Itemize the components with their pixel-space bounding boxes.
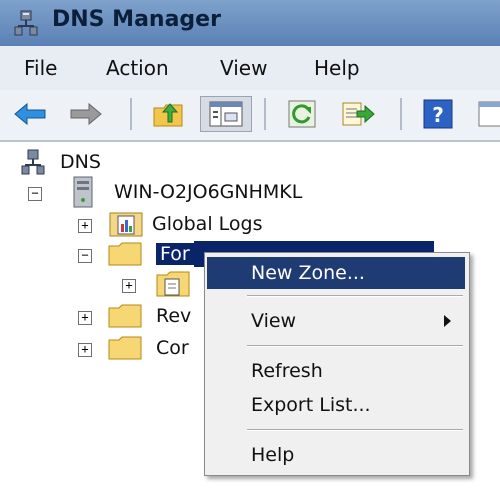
back-button[interactable] — [12, 96, 48, 132]
toolbar: ? — [0, 90, 500, 142]
show-hide-console-tree-button[interactable] — [200, 96, 252, 132]
tree-item-label: Cor — [156, 337, 189, 359]
menu-action[interactable]: Action — [106, 56, 169, 80]
tree-item-label: Global Logs — [152, 213, 263, 235]
menu-separator — [247, 345, 463, 347]
folder-icon — [108, 336, 142, 360]
tree-item-conditional-forwarders[interactable]: Cor — [108, 334, 189, 362]
window-title: DNS Manager — [52, 7, 221, 32]
dns-icon — [21, 149, 45, 175]
collapse-toggle[interactable]: − — [78, 249, 92, 263]
help-button[interactable]: ? — [420, 96, 456, 132]
tree-root-dns[interactable]: DNS — [20, 148, 101, 176]
forward-button[interactable] — [68, 96, 104, 132]
folder-icon — [108, 242, 142, 266]
properties-button[interactable] — [472, 96, 500, 132]
forward-icon — [70, 102, 102, 126]
menu-help[interactable]: Help — [314, 56, 360, 80]
tree-item-label: For — [156, 243, 194, 265]
server-label: WIN-O2JO6GNHMKL — [114, 181, 303, 203]
properties-icon — [478, 101, 500, 127]
svg-text:?: ? — [432, 103, 444, 127]
context-menu: New Zone... View Refresh Export List... … — [204, 252, 470, 476]
export-list-button[interactable] — [340, 96, 376, 132]
logs-icon — [109, 212, 143, 237]
menu-item-label: New Zone... — [251, 262, 365, 284]
menu-item-label: View — [251, 310, 297, 332]
expand-toggle[interactable]: + — [78, 219, 92, 233]
submenu-arrow-icon — [444, 315, 451, 327]
server-icon — [73, 176, 93, 208]
toolbar-separator — [264, 98, 266, 130]
context-menu-help[interactable]: Help — [207, 439, 465, 471]
menu-bar: File Action View Help — [0, 46, 500, 91]
menu-separator — [247, 295, 463, 297]
tree-server-node[interactable]: WIN-O2JO6GNHMKL — [72, 176, 303, 208]
toolbar-separator — [130, 98, 132, 130]
tree-item-zone[interactable] — [156, 270, 190, 298]
tree-item-global-logs[interactable]: Global Logs — [108, 210, 262, 238]
up-folder-icon — [153, 103, 183, 127]
help-icon: ? — [423, 99, 453, 129]
menu-separator — [247, 429, 463, 431]
tree-root-label: DNS — [60, 151, 101, 173]
expand-toggle[interactable]: + — [78, 343, 92, 357]
menu-file[interactable]: File — [24, 56, 57, 80]
title-bar[interactable]: DNS Manager — [0, 0, 500, 47]
back-icon — [14, 102, 46, 126]
collapse-server-toggle[interactable]: − — [28, 187, 42, 201]
menu-item-label: Refresh — [251, 360, 323, 382]
context-menu-export-list[interactable]: Export List... — [207, 389, 465, 421]
menu-item-label: Export List... — [251, 394, 371, 416]
context-menu-refresh[interactable]: Refresh — [207, 355, 465, 387]
context-menu-new-zone[interactable]: New Zone... — [207, 257, 465, 289]
expand-toggle[interactable]: + — [78, 311, 92, 325]
tree-item-label: Rev — [156, 305, 192, 327]
menu-view[interactable]: View — [220, 56, 267, 80]
tree-item-reverse-lookup-zones[interactable]: Rev — [108, 302, 191, 330]
expand-toggle[interactable]: + — [122, 279, 136, 293]
export-list-icon — [342, 102, 375, 126]
up-folder-button[interactable] — [150, 96, 186, 132]
zone-icon — [156, 271, 190, 297]
context-menu-view[interactable]: View — [207, 305, 465, 337]
folder-icon — [108, 304, 142, 328]
menu-item-label: Help — [251, 444, 295, 466]
dns-server-icon — [14, 10, 38, 36]
toolbar-separator — [400, 98, 402, 130]
refresh-button[interactable] — [284, 96, 320, 132]
refresh-icon — [288, 100, 316, 128]
show-hide-console-tree-icon — [209, 101, 243, 127]
dns-manager-window: DNS Manager File Action View Help ? DNS … — [0, 0, 500, 500]
